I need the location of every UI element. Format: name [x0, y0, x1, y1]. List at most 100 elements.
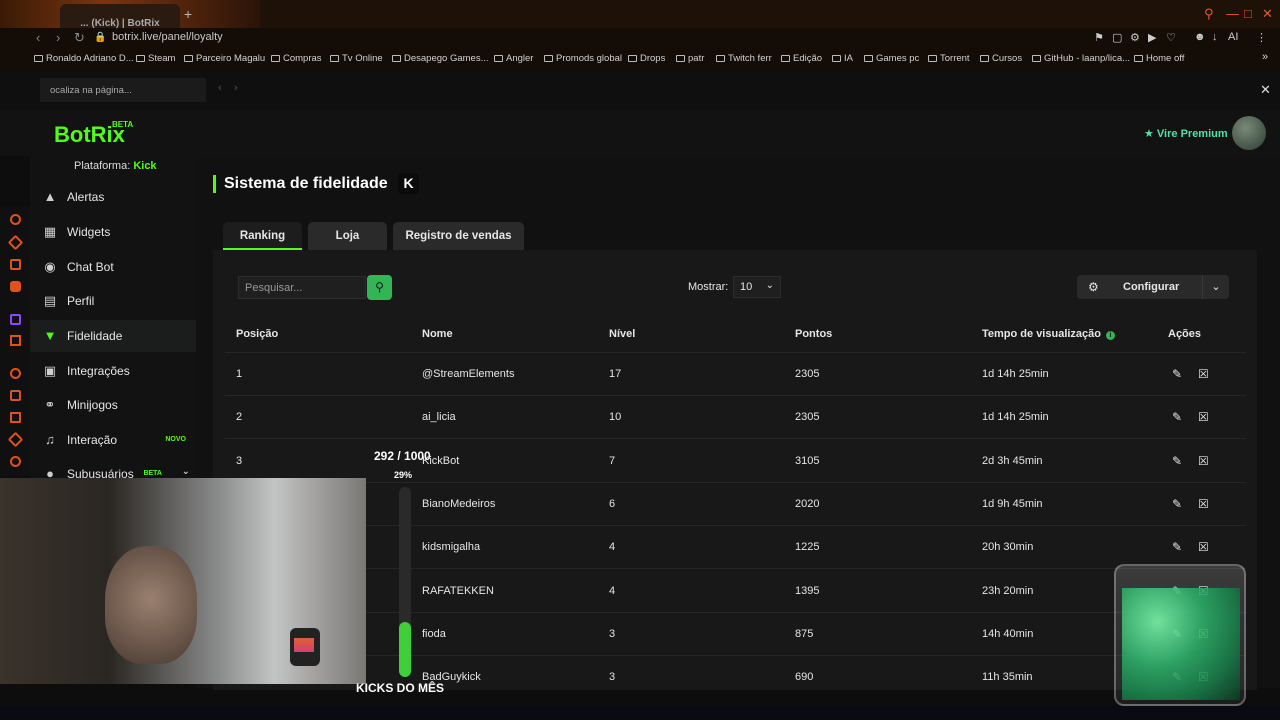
- reload-icon[interactable]: ↻: [74, 30, 85, 46]
- search-icon[interactable]: ⚲: [1204, 6, 1214, 22]
- sidebar-item-label: Widgets: [67, 225, 111, 239]
- page-size-select[interactable]: 10 ⌄: [733, 276, 781, 298]
- search-input[interactable]: Pesquisar...: [238, 276, 366, 299]
- bookmark-item[interactable]: Home off: [1134, 53, 1184, 64]
- cell-nome: BianoMedeiros: [422, 498, 496, 510]
- bookmark-item[interactable]: Parceiro Magalu: [184, 53, 265, 64]
- tab-registro-de-vendas[interactable]: Registro de vendas: [393, 222, 524, 250]
- delete-icon[interactable]: ☒: [1198, 454, 1209, 468]
- bookmark-item[interactable]: Steam: [136, 53, 175, 64]
- bookmark-item[interactable]: Drops: [628, 53, 665, 64]
- rail-icon[interactable]: [10, 214, 21, 225]
- col-header-pontos[interactable]: Pontos: [795, 328, 832, 340]
- col-header-nivel[interactable]: Nível: [609, 328, 635, 340]
- edit-icon[interactable]: ✎: [1172, 410, 1182, 424]
- configure-button[interactable]: ⚙ Configurar: [1077, 275, 1202, 299]
- bookmark-icon[interactable]: ⚑: [1094, 31, 1104, 44]
- rail-icon[interactable]: [7, 234, 24, 251]
- sidebar-item-alertas[interactable]: ▲ Alertas: [30, 181, 196, 213]
- extension-icon[interactable]: ⚙: [1130, 31, 1140, 44]
- sidebar-item-interacao[interactable]: ♫ Interação NOVO: [30, 424, 196, 456]
- menu-icon[interactable]: ⋮: [1256, 31, 1267, 44]
- divider: [225, 352, 1246, 353]
- rail-icon[interactable]: [10, 368, 21, 379]
- twitch-icon[interactable]: [10, 314, 21, 325]
- bookmark-item[interactable]: Games pc: [864, 53, 919, 64]
- url-field[interactable]: botrix.live/panel/loyalty: [112, 31, 223, 43]
- bookmark-item[interactable]: Cursos: [980, 53, 1022, 64]
- play-icon[interactable]: ▶: [1148, 31, 1156, 44]
- search-button[interactable]: ⚲: [367, 275, 392, 300]
- bookmark-item[interactable]: GitHub - laanp/lica...: [1032, 53, 1130, 64]
- cell-nome: kidsmigalha: [422, 541, 481, 553]
- platform-label: Plataforma: Kick: [74, 160, 157, 172]
- find-input[interactable]: ocaliza na página...: [40, 78, 206, 102]
- profile-icon[interactable]: ☻: [1194, 31, 1206, 43]
- bookmark-item[interactable]: Ronaldo Adriano D...: [34, 53, 134, 64]
- new-tab-button[interactable]: +: [184, 6, 192, 22]
- bookmark-item[interactable]: IA: [832, 53, 853, 64]
- sidebar-item-chat-bot[interactable]: ◉ Chat Bot: [30, 251, 196, 283]
- folder-icon: [928, 55, 937, 62]
- forward-icon[interactable]: ›: [56, 30, 60, 45]
- browser-tab[interactable]: ... (Kick) | BotRix: [60, 4, 180, 28]
- premium-button[interactable]: ★ Vire Premium: [1144, 127, 1228, 140]
- edit-icon[interactable]: ✎: [1172, 367, 1182, 381]
- info-icon[interactable]: i: [1106, 331, 1116, 340]
- ai-icon[interactable]: AI: [1228, 31, 1238, 43]
- row-divider: [225, 395, 1246, 396]
- col-header-nome[interactable]: Nome: [422, 328, 453, 340]
- sidebar-item-minijogos[interactable]: ⚭ Minijogos: [30, 389, 196, 421]
- more-bookmarks-icon[interactable]: »: [1262, 51, 1268, 63]
- find-next-icon[interactable]: ›: [234, 82, 238, 94]
- bookmark-item[interactable]: Compras: [271, 53, 322, 64]
- edit-icon[interactable]: ✎: [1172, 540, 1182, 554]
- tab-ranking[interactable]: Ranking: [223, 222, 302, 250]
- sidebar-item-widgets[interactable]: ▦ Widgets: [30, 216, 196, 248]
- delete-icon[interactable]: ☒: [1198, 367, 1209, 381]
- row-divider: [225, 438, 1246, 439]
- bookmark-item[interactable]: Torrent: [928, 53, 970, 64]
- rail-icon[interactable]: [7, 431, 24, 448]
- bookmark-item[interactable]: Desapego Games...: [392, 53, 489, 64]
- close-window-button[interactable]: ✕: [1262, 6, 1273, 22]
- heart-icon[interactable]: ♡: [1166, 31, 1176, 44]
- rail-icon[interactable]: [10, 281, 21, 292]
- rail-icon[interactable]: [10, 259, 21, 270]
- bookmark-item[interactable]: Tv Online: [330, 53, 383, 64]
- edit-icon[interactable]: ✎: [1172, 497, 1182, 511]
- bookmark-item[interactable]: Twitch ferr: [716, 53, 772, 64]
- download-icon[interactable]: ↓: [1212, 31, 1218, 43]
- sidebar-item-perfil[interactable]: ▤ Perfil: [30, 285, 196, 317]
- bookmark-item[interactable]: patr: [676, 53, 704, 64]
- col-header-posicao[interactable]: Posição: [236, 328, 278, 340]
- cell-tempo: 11h 35min: [982, 671, 1033, 683]
- row-divider: [225, 568, 1246, 569]
- rail-icon[interactable]: [10, 456, 21, 467]
- edit-icon[interactable]: ✎: [1172, 454, 1182, 468]
- rail-icon[interactable]: [10, 412, 21, 423]
- delete-icon[interactable]: ☒: [1198, 540, 1209, 554]
- bookmark-item[interactable]: Edição: [781, 53, 822, 64]
- rail-icon[interactable]: [10, 335, 21, 346]
- screenshot-icon[interactable]: ▢: [1112, 31, 1122, 44]
- rail-icon[interactable]: [10, 390, 21, 401]
- back-icon[interactable]: ‹: [36, 30, 40, 45]
- configure-dropdown-button[interactable]: ⌄: [1202, 275, 1229, 299]
- sidebar-item-label: Perfil: [67, 294, 95, 308]
- sidebar-item-integracoes[interactable]: ▣ Integrações: [30, 355, 196, 387]
- bookmark-item[interactable]: Angler: [494, 53, 533, 64]
- find-prev-icon[interactable]: ‹: [218, 82, 222, 94]
- avatar[interactable]: [1232, 116, 1266, 150]
- folder-icon: [494, 55, 503, 62]
- close-find-icon[interactable]: ✕: [1260, 82, 1271, 98]
- delete-icon[interactable]: ☒: [1198, 410, 1209, 424]
- bookmark-item[interactable]: Promods global: [544, 53, 622, 64]
- sidebar-item-fidelidade[interactable]: ▼ Fidelidade: [30, 320, 196, 352]
- new-badge: NOVO: [165, 436, 186, 443]
- tab-loja[interactable]: Loja: [308, 222, 387, 250]
- col-header-tempo[interactable]: Tempo de visualização i: [982, 328, 1116, 340]
- delete-icon[interactable]: ☒: [1198, 497, 1209, 511]
- maximize-button[interactable]: □: [1244, 6, 1252, 21]
- minimize-button[interactable]: —: [1226, 6, 1239, 21]
